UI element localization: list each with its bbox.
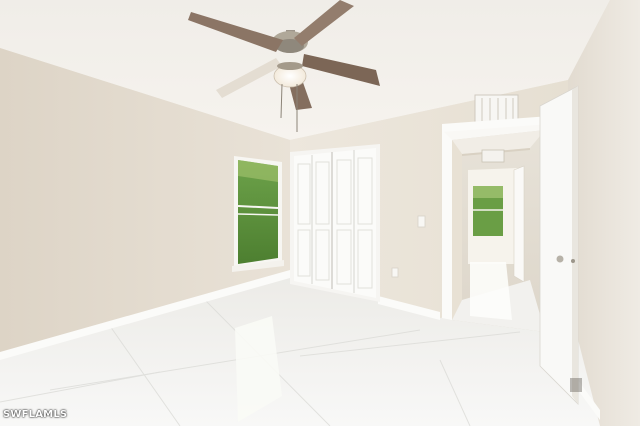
room-photo: SWFLAMLS [0, 0, 640, 426]
closet-double-door[interactable] [290, 144, 380, 302]
wall-outlet [391, 267, 399, 278]
hall-vent [481, 149, 505, 163]
open-door[interactable] [539, 85, 582, 405]
watermark-text: SWFLAMLS [3, 409, 68, 420]
door-knob[interactable] [556, 255, 564, 263]
window [232, 156, 284, 272]
hall-inner-door[interactable] [513, 165, 525, 283]
open-doorway[interactable] [442, 116, 550, 332]
door-hinge [570, 378, 582, 392]
light-switch[interactable] [417, 215, 426, 228]
